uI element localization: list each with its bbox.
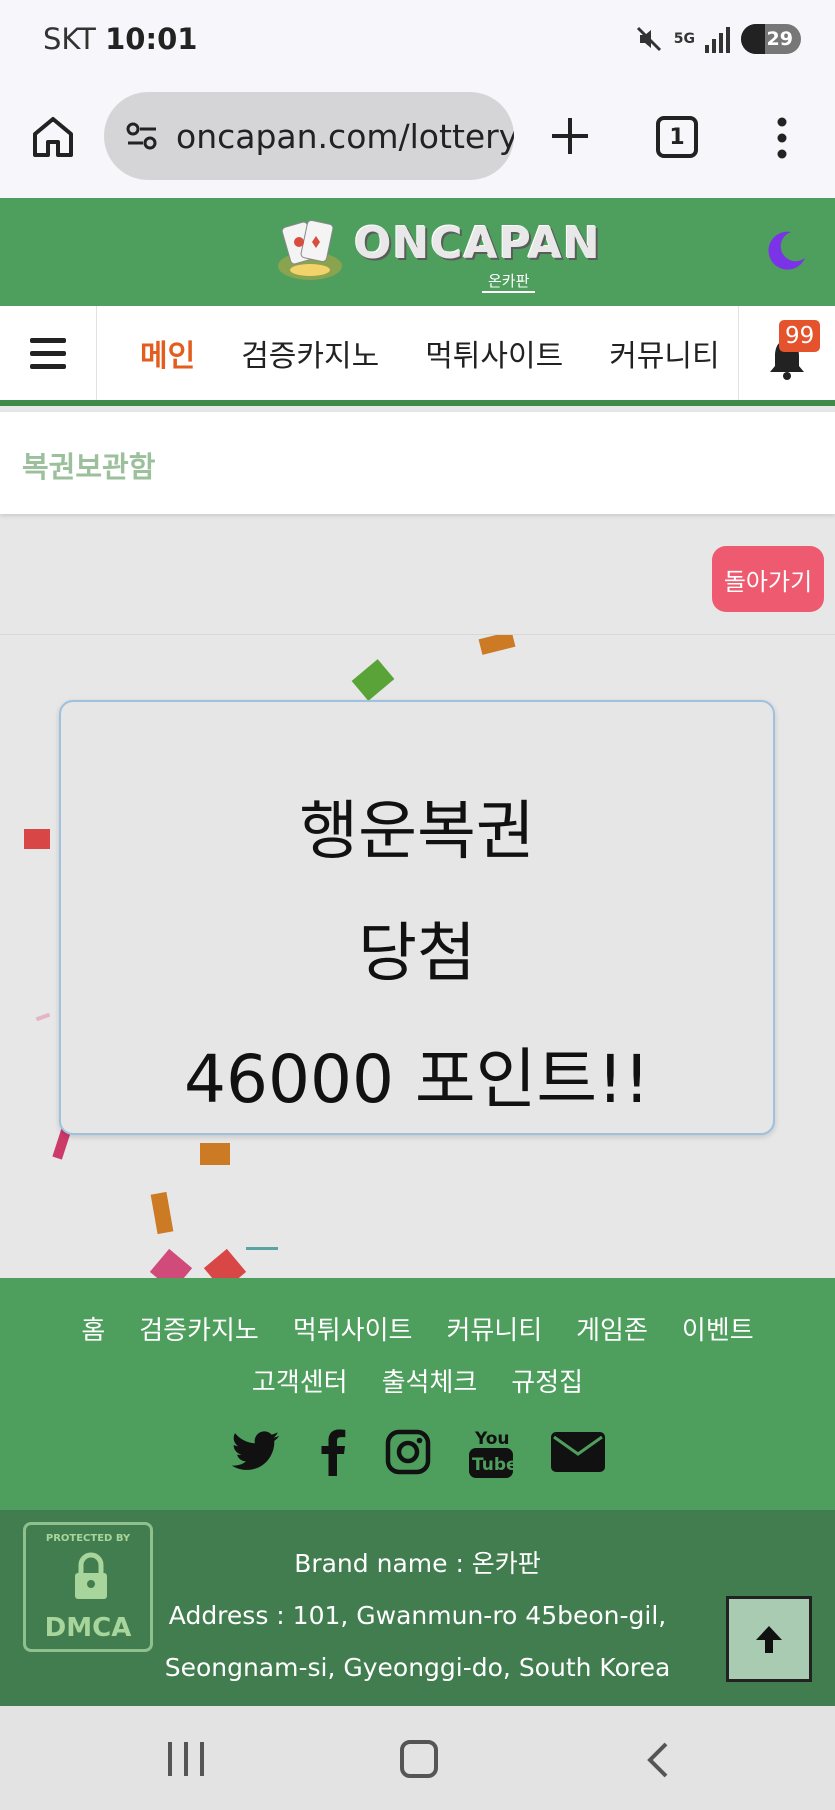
footer-link-game-zone[interactable]: 게임존 <box>576 1310 648 1347</box>
battery-level: 29 <box>766 28 793 50</box>
page-title-bar: 복권보관함 <box>0 412 835 514</box>
confetti-piece <box>150 1191 174 1235</box>
nav-items: 메인 검증카지노 먹튀사이트 커뮤니티 <box>97 306 737 400</box>
recent-apps-icon[interactable] <box>168 1742 204 1776</box>
svg-text:You: You <box>474 1429 510 1449</box>
footer-link-community[interactable]: 커뮤니티 <box>446 1310 542 1347</box>
signal-icon <box>705 27 730 53</box>
lock-icon <box>75 1552 107 1599</box>
hamburger-menu-icon[interactable] <box>0 306 97 400</box>
footer-link-events[interactable]: 이벤트 <box>682 1310 754 1347</box>
status-icons: 5G 29 <box>634 24 801 54</box>
cards-logo-icon <box>278 219 342 280</box>
footer-link-attendance[interactable]: 출석체크 <box>382 1362 478 1399</box>
clock: 10:01 <box>105 22 198 56</box>
notifications-button[interactable]: 99 <box>738 306 835 400</box>
moon-icon[interactable] <box>763 228 807 272</box>
dmca-text: DMCA <box>44 1613 132 1643</box>
confetti-piece <box>203 1248 247 1278</box>
address-line: Seongnam-si, Gyeonggi-do, South Korea <box>164 1653 671 1682</box>
battery-charging-icon: 29 <box>741 24 801 54</box>
footer-links-row: 홈 검증카지노 먹튀사이트 커뮤니티 게임존 이벤트 <box>0 1310 835 1347</box>
logo-text: ONCAPAN <box>354 218 601 269</box>
nav-item-community[interactable]: 커뮤니티 <box>586 331 737 375</box>
tabs-icon[interactable]: 1 <box>656 116 698 158</box>
dmca-protected-text: PROTECTED BY <box>45 1533 131 1544</box>
back-button-label: 돌아가기 <box>723 567 813 596</box>
confetti-piece <box>351 659 395 701</box>
footer-info: PROTECTED BY DMCA Brand name : 온카판 Addre… <box>0 1510 835 1706</box>
status-bar: SKT 10:01 5G 29 <box>0 0 835 82</box>
footer-links-row: 고객센터 출석체크 규정집 <box>0 1362 835 1399</box>
new-tab-icon[interactable] <box>546 112 594 160</box>
confetti-piece <box>200 1143 230 1165</box>
address-line: Address : 101, Gwanmun-ro 45beon-gil, <box>168 1601 667 1630</box>
android-nav-bar <box>0 1706 835 1810</box>
home-icon[interactable] <box>28 112 78 162</box>
back-arrow-icon[interactable] <box>640 1740 680 1780</box>
address-bar[interactable]: oncapan.com/lottery <box>104 92 514 180</box>
browser-toolbar: oncapan.com/lottery 1 <box>0 82 835 198</box>
nav-item-scam-sites[interactable]: 먹튀사이트 <box>402 331 586 375</box>
tab-count: 1 <box>669 124 685 150</box>
dmca-badge[interactable]: PROTECTED BY DMCA <box>23 1522 153 1652</box>
brand-name: Brand name : 온카판 <box>294 1549 541 1578</box>
footer-link-verified-casino[interactable]: 검증카지노 <box>139 1310 259 1347</box>
social-links: You Tube <box>0 1426 835 1478</box>
footer-link-rules[interactable]: 규정집 <box>511 1362 583 1399</box>
more-menu-icon[interactable] <box>770 114 794 162</box>
confetti-piece <box>35 1012 51 1022</box>
home-circle-icon[interactable] <box>400 1740 438 1778</box>
confetti-piece <box>149 1248 193 1278</box>
logo-subtext: 온카판 <box>482 270 536 293</box>
lottery-title: 행운복권 <box>299 795 535 869</box>
back-button[interactable]: 돌아가기 <box>712 546 824 612</box>
youtube-icon[interactable]: You Tube <box>468 1426 513 1478</box>
nav-item-main[interactable]: 메인 <box>117 331 218 375</box>
notification-count-badge: 99 <box>779 320 821 352</box>
facebook-icon[interactable] <box>319 1428 347 1476</box>
email-icon[interactable] <box>550 1432 605 1472</box>
footer-links: 홈 검증카지노 먹튀사이트 커뮤니티 게임존 이벤트 고객센터 출석체크 규정집… <box>0 1278 835 1510</box>
footer-link-scam-sites[interactable]: 먹튀사이트 <box>293 1310 413 1347</box>
main-nav: 메인 검증카지노 먹튀사이트 커뮤니티 99 <box>0 306 835 406</box>
site-header: ONCAPAN 온카판 <box>0 198 835 306</box>
carrier-name: SKT <box>43 22 96 56</box>
company-info: Brand name : 온카판 Address : 101, Gwanmun-… <box>140 1538 695 1694</box>
site-logo[interactable]: ONCAPAN 온카판 <box>272 214 600 293</box>
svg-text:Tube: Tube <box>472 1455 513 1475</box>
lottery-result: 당첨 <box>358 917 476 991</box>
carrier-time: SKT 10:01 <box>43 22 197 56</box>
footer-link-support[interactable]: 고객센터 <box>252 1362 348 1399</box>
confetti-piece <box>478 635 516 655</box>
nav-item-verified-casino[interactable]: 검증카지노 <box>218 331 402 375</box>
confetti-piece <box>24 829 50 849</box>
confetti-piece <box>246 1247 278 1250</box>
lottery-result-card: 행운복권 당첨 46000 포인트!! <box>59 700 775 1135</box>
site-settings-icon[interactable] <box>122 116 162 156</box>
footer-link-home[interactable]: 홈 <box>81 1310 105 1347</box>
scroll-to-top-button[interactable] <box>726 1596 812 1682</box>
arrow-up-icon <box>756 1626 782 1653</box>
mute-icon <box>636 26 661 52</box>
url-text[interactable]: oncapan.com/lottery <box>176 117 514 156</box>
instagram-icon[interactable] <box>385 1429 431 1475</box>
lottery-points: 46000 포인트!! <box>183 1041 650 1118</box>
page-title: 복권보관함 <box>22 450 156 484</box>
twitter-icon[interactable] <box>231 1431 281 1473</box>
network-type: 5G <box>673 31 695 47</box>
